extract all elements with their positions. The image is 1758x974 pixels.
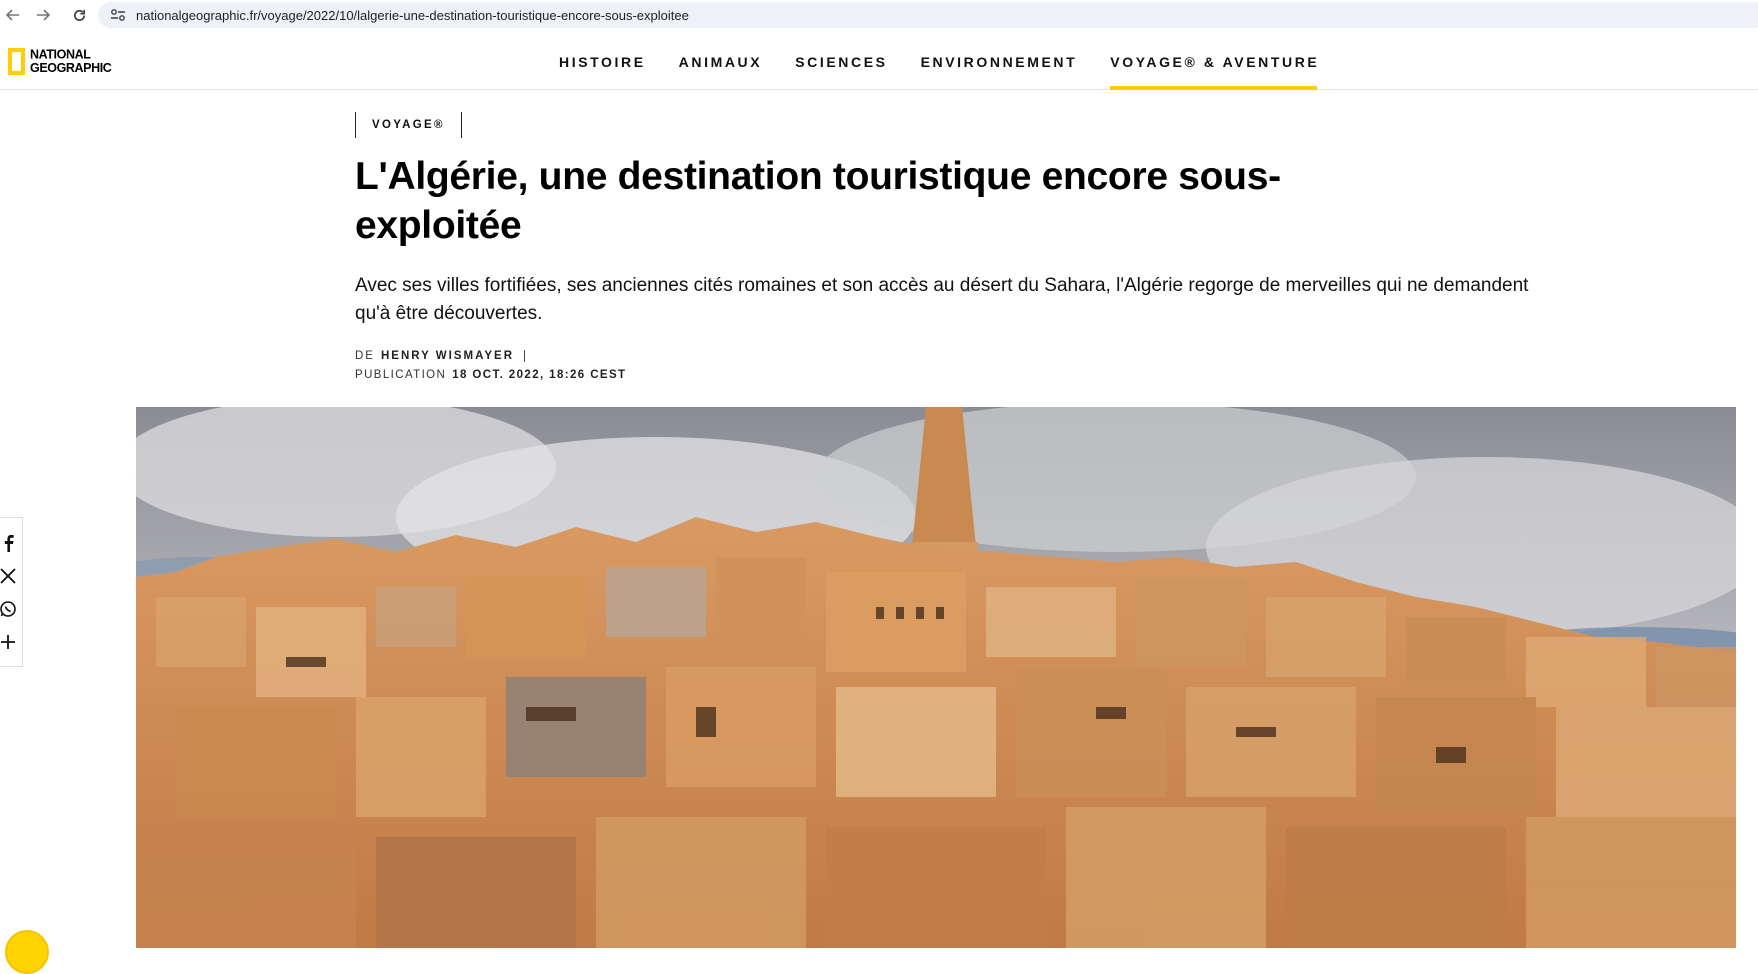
logo-line-1: NATIONAL [30,46,91,62]
arrow-right-icon [37,9,50,21]
url-text[interactable]: nationalgeographic.fr/voyage/2022/10/lal… [136,8,689,23]
site-header: NATIONAL GEOGRAPHIC HISTOIRE ANIMAUX SCI… [0,34,1758,90]
arrow-left-icon [6,9,19,21]
plus-icon [1,634,15,649]
author-link[interactable]: HENRY WISMAYER [381,350,525,362]
ghardaia-town-photo [136,407,1736,948]
publication-date-value: 18 OCT. 2022, 18:26 CEST [452,369,627,381]
publication-label: PUBLICATION [355,369,447,381]
section-kicker[interactable]: VOYAGE® [355,112,462,138]
yellow-frame-icon [8,48,25,75]
logo-line-2: GEOGRAPHIC [30,60,112,76]
natgeo-logo[interactable]: NATIONAL GEOGRAPHIC [8,46,112,76]
article-dek: Avec ses villes fortifiées, ses ancienne… [355,275,1529,324]
site-settings-icon[interactable] [110,8,126,22]
share-more-button[interactable] [0,625,20,658]
main-navigation: HISTOIRE ANIMAUX SCIENCES ENVIRONNEMENT … [559,34,1352,90]
address-bar[interactable]: nationalgeographic.fr/voyage/2022/10/lal… [98,2,1758,28]
byline: DE HENRY WISMAYER [355,350,525,362]
byline-prefix: DE [355,350,375,362]
nav-item-voyage-aventure[interactable]: VOYAGE® & AVENTURE [1110,34,1319,90]
whatsapp-icon [0,600,16,617]
share-x-button[interactable] [0,559,20,592]
nav-item-environnement[interactable]: ENVIRONNEMENT [921,34,1078,90]
share-whatsapp-button[interactable] [0,592,20,625]
share-facebook-button[interactable] [0,526,20,559]
back-button[interactable] [0,2,26,28]
nav-item-sciences[interactable]: SCIENCES [795,34,887,90]
facebook-icon [4,534,14,552]
x-icon [0,567,16,584]
reload-button[interactable] [66,2,92,28]
publication-date: PUBLICATION 18 OCT. 2022, 18:26 CEST [355,369,626,381]
browser-toolbar: nationalgeographic.fr/voyage/2022/10/lal… [0,0,1758,30]
hero-image [136,407,1736,948]
reload-icon [73,9,85,21]
nav-item-animaux[interactable]: ANIMAUX [679,34,763,90]
nav-item-histoire[interactable]: HISTOIRE [559,34,646,90]
cookie-settings-button[interactable] [5,930,49,974]
article-title: L'Algérie, une destination touristique e… [355,155,1281,247]
forward-button[interactable] [30,2,56,28]
share-rail [0,517,23,667]
